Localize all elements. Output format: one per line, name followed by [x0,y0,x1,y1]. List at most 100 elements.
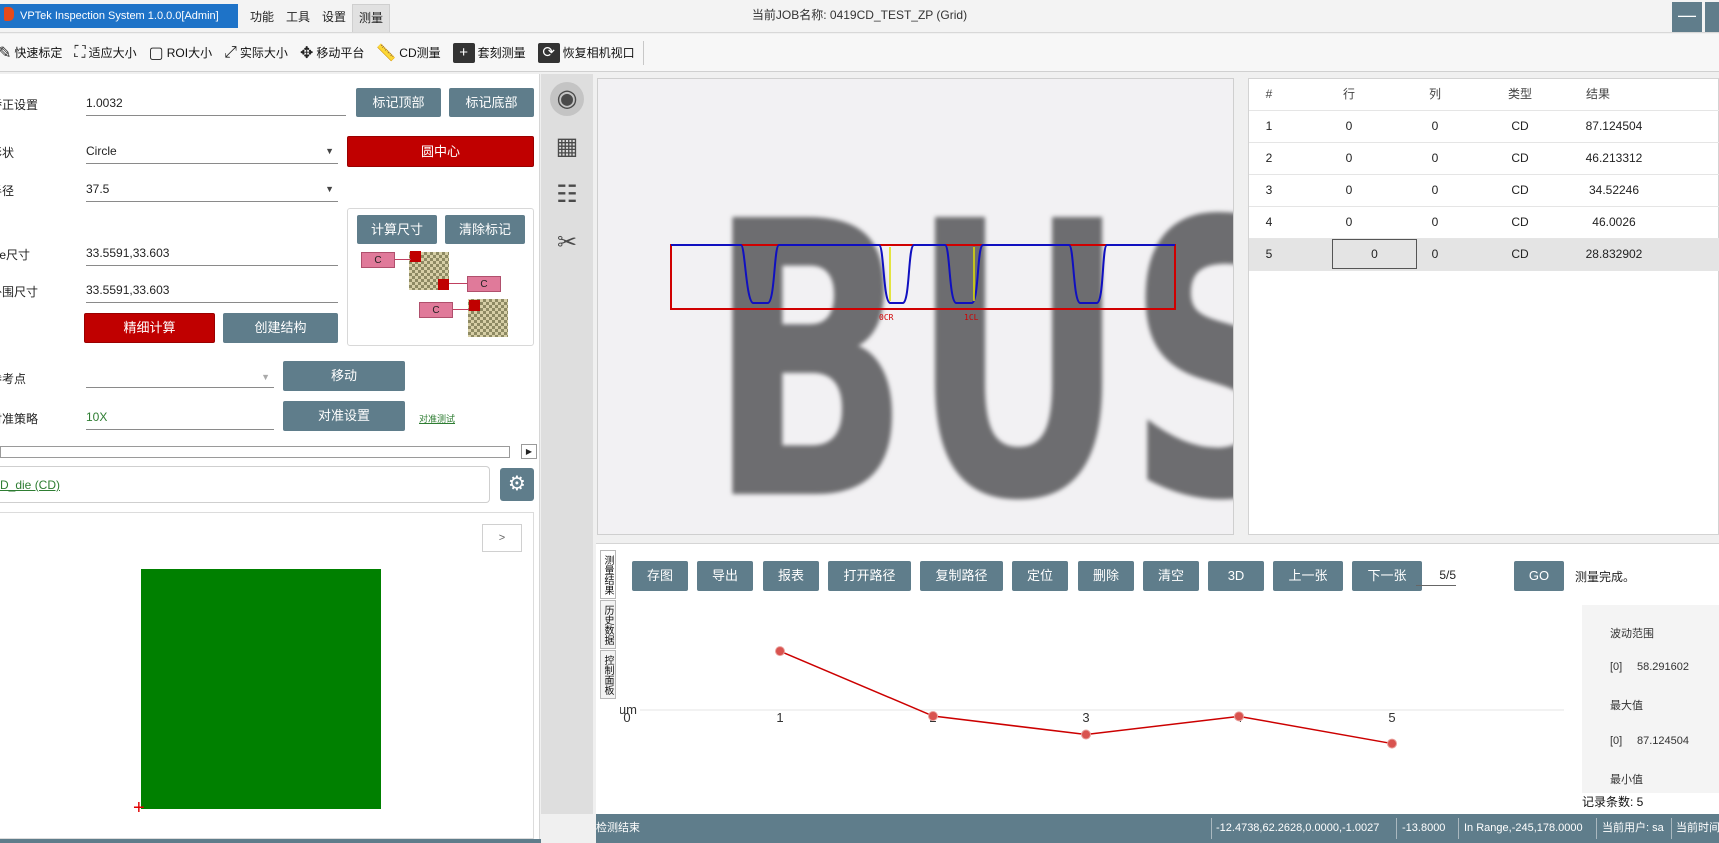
outer-size-label: 外围尺寸 [0,285,39,299]
window-control-edge[interactable] [1705,2,1719,32]
previous-image-button[interactable]: 上一张 [1273,561,1343,591]
ruler-icon: 📏 [376,44,397,62]
data-point[interactable] [928,711,938,722]
table-cell: 3 [1265,183,1273,197]
menu-tools[interactable]: 工具 [280,4,316,32]
max-value: 87.124504 [1637,735,1689,747]
tab-measure-results[interactable]: 测量结果 [600,550,616,599]
table-row[interactable]: 4 0 0 CD 46.0026 [1249,207,1719,239]
table-row[interactable]: 1 0 0 CD 87.124504 [1249,111,1719,143]
data-point[interactable] [1387,738,1397,749]
table-row[interactable]: 3 0 0 CD 34.52246 [1249,175,1719,207]
data-point[interactable] [1081,729,1091,740]
table-cell-focused[interactable]: 0 [1332,239,1417,269]
column-header: 行 [1342,87,1355,101]
page-indicator[interactable]: 5/5 [1416,568,1456,586]
report-button[interactable]: 报表 [763,561,819,591]
align-test-link[interactable]: 对准测试 [419,412,455,425]
next-image-button[interactable]: 下一张 [1352,561,1422,591]
restore-camera-view-button[interactable]: ⟳ 恢复相机视口 [537,42,635,63]
table-cell: 2 [1265,151,1273,165]
camera-image-view[interactable]: BUS 0CR 1CL [597,78,1234,535]
range-label: 波动范围 [1610,628,1654,640]
cd-measure-button[interactable]: 📏 CD测量 [376,43,440,63]
tab-control-panel[interactable]: 控制面板 [600,650,616,699]
menu-measure[interactable]: 测量 [352,4,391,32]
circle-center-button[interactable]: 圆中心 [347,136,534,167]
open-path-button[interactable]: 打开路径 [828,561,911,591]
menu-settings[interactable]: 设置 [316,4,352,32]
actual-size-button[interactable]: ⤢ 实际大小 [224,44,288,62]
minimize-button[interactable]: — [1672,2,1702,32]
grid-list-icon[interactable]: ☷ [550,178,584,212]
mark-connector [453,309,469,310]
clear-mark-button[interactable]: 清除标记 [445,215,525,244]
outer-size-value[interactable]: 33.5591,33.603 [86,283,338,303]
shape-select[interactable]: Circle ▼ [86,144,338,164]
align-strategy-value[interactable]: 10X [86,410,274,430]
max-label: 最大值 [1610,700,1643,712]
overlay-measure-button[interactable]: + 套刻测量 [452,42,526,63]
save-image-button[interactable]: 存图 [632,561,688,591]
go-button[interactable]: GO [1514,561,1564,591]
restore-camera-view-label: 恢复相机视口 [562,46,635,60]
quick-calibrate-button[interactable]: ✎ 快速标定 [0,43,62,63]
fit-size-icon: ⛶ [74,43,86,61]
move-platform-label: 移动平台 [316,46,365,60]
create-struct-button[interactable]: 创建结构 [223,313,338,343]
structure-settings-button[interactable]: ⚙ [500,468,534,501]
app-title-text: VPTek Inspection System 1.0.0.0[Admin] [20,10,219,22]
menu-function[interactable]: 功能 [244,4,280,32]
move-platform-button[interactable]: ✥ 移动平台 [300,43,364,63]
reference-point-select[interactable]: ▼ [86,370,274,388]
structure-link[interactable]: D_die (CD) [0,478,60,492]
radius-select[interactable]: 37.5 ▼ [86,182,338,202]
cd-measure-label: CD测量 [399,46,441,60]
chevron-down-icon: ▼ [261,372,270,382]
table-row[interactable]: 2 0 0 CD 46.213312 [1249,143,1719,175]
measurement-chart: 50 um 012345 [620,646,1564,749]
toolbar-separator [642,40,644,65]
table-cell: 0 [1345,151,1353,165]
results-table: # 行 列 类型 结果 1 0 0 CD 87.124504 2 0 0 CD … [1248,78,1719,535]
align-settings-button[interactable]: 对准设置 [283,401,405,431]
mark-top-button[interactable]: 标记顶部 [356,88,441,117]
data-point[interactable] [1234,711,1244,722]
move-button[interactable]: 移动 [283,361,405,391]
roi-size-button[interactable]: ▢ ROI大小 [149,43,212,63]
tab-history-data[interactable]: 历史数据 [600,600,616,649]
locate-button[interactable]: 定位 [1012,561,1068,591]
clear-button[interactable]: 清空 [1143,561,1199,591]
status-bar: 检测结束 -12.4738,62.2628,0.0000,-1.0027 -13… [596,814,1719,843]
c-tag: C [419,302,453,318]
data-point[interactable] [775,646,785,657]
mark-bottom-button[interactable]: 标记底部 [449,88,534,117]
table-cell: CD [1511,247,1529,261]
preview-next-button[interactable]: > [482,524,522,552]
delete-button[interactable]: 删除 [1078,561,1134,591]
fine-calc-button[interactable]: 精细计算 [84,313,215,343]
fit-size-button[interactable]: ⛶ 适应大小 [74,44,136,62]
horizontal-scrollbar[interactable] [0,446,510,458]
calc-size-button[interactable]: 计算尺寸 [357,215,437,244]
x-tick-label: 3 [1082,710,1089,725]
scroll-right-arrow[interactable]: ▶ [521,444,537,459]
status-range: In Range,-245,178.0000 [1464,822,1583,834]
export-button[interactable]: 导出 [697,561,753,591]
grid-icon[interactable]: ▦ [550,130,584,164]
copy-path-button[interactable]: 复制路径 [920,561,1003,591]
structure-box [0,466,490,503]
camera-icon[interactable]: ◉ [550,82,584,116]
range-index: [0] [1610,661,1623,673]
quick-calibrate-label: 快速标定 [14,46,63,60]
correction-value[interactable]: 1.0032 [86,96,346,116]
ruler-tools-icon[interactable]: ✂ [550,226,584,260]
table-row-selected[interactable]: 5 0 0 CD 28.832902 [1249,239,1719,271]
roi-label: 1CL [964,313,979,322]
table-cell: 0 [1345,215,1353,229]
camera-refresh-icon: ⟳ [537,42,560,63]
die-size-value[interactable]: 33.5591,33.603 [86,246,338,266]
table-cell: CD [1511,151,1529,165]
range-value: 58.291602 [1637,661,1689,673]
view-3d-button[interactable]: 3D [1208,561,1264,591]
